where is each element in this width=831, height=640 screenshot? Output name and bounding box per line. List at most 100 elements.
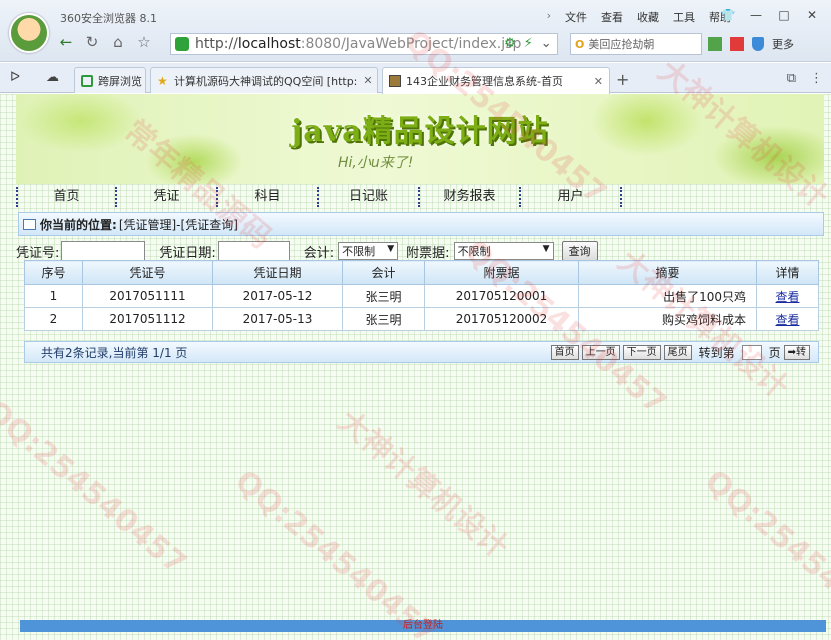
address-path: :8080/JavaWebProject/index.jsp [300,36,522,52]
tab-label: 143企业财务管理信息系统-首页 [406,75,563,88]
maximize-button[interactable]: □ [771,6,797,24]
nav-subject[interactable]: 科目 [218,187,319,207]
menu-tools[interactable]: 工具 [673,9,695,25]
admin-login-link[interactable]: 后台登陆 [403,620,443,631]
col-header-accountant: 会计 [342,260,425,285]
goto-label: 转到第 [698,345,735,360]
nav-journal[interactable]: 日记账 [319,187,420,207]
pagination-buttons: 首页 上一页 下一页 尾页 转到第 页 ➡转 [550,344,818,361]
voucher-date-input[interactable] [217,241,290,261]
phone-icon [81,74,93,87]
main-nav: 首页 凭证 科目 日记账 财务报表 用户 [16,186,824,208]
tab-qq-space[interactable]: ★ 计算机源码大神调试的QQ空间 [http: ✕ [150,67,378,93]
cell-voucher-date: 2017-05-13 [212,307,343,331]
image-favicon-icon [389,75,401,87]
col-header-index: 序号 [24,260,83,285]
menu-file[interactable]: 文件 [565,9,587,25]
nav-home[interactable]: 首页 [16,187,117,207]
cell-accountant: 张三明 [342,284,425,308]
last-page-button[interactable]: 尾页 [663,344,692,360]
col-header-voucher-no: 凭证号 [82,260,213,285]
close-button[interactable]: ✕ [799,6,825,24]
browser-menubar: › 文件 查看 收藏 工具 帮助 [547,9,731,25]
voucher-table: 序号 凭证号 凭证日期 会计 附票据 摘要 详情 1 2017051111 20… [24,260,819,331]
voucher-no-input[interactable] [61,241,146,261]
cell-index: 2 [24,307,83,331]
view-detail-link[interactable]: 查看 [756,307,819,331]
cell-attachment: 201705120002 [424,307,579,331]
star-favicon-icon: ★ [157,73,168,88]
voucher-date-label: 凭证日期: [159,245,216,261]
more-button[interactable]: 更多 [772,36,794,52]
menu-view[interactable]: 查看 [601,9,623,25]
next-page-button[interactable]: 下一页 [622,344,661,360]
col-header-detail: 详情 [756,260,819,285]
prev-page-button[interactable]: 上一页 [581,344,620,360]
dropdown-chevron-icon[interactable]: ⌄ [541,36,552,51]
accountant-select[interactable]: 不限制 ▼ [338,242,399,260]
search-input[interactable]: O 美回应抢劫朝 [570,33,702,55]
tab-close-icon[interactable]: ✕ [357,74,372,87]
pagination-bar: 共有2条记录,当前第 1/1 页 首页 上一页 下一页 尾页 转到第 页 ➡转 [24,341,819,363]
menu-favorites[interactable]: 收藏 [637,9,659,25]
page-number-input[interactable] [741,344,762,360]
chevron-right-icon[interactable]: › [547,9,551,25]
nav-users[interactable]: 用户 [521,187,622,207]
breadcrumb-path: [凭证管理]-[凭证查询] [118,217,238,232]
attachment-select[interactable]: 不限制 ▼ [453,242,554,260]
banner-title: java精品设计网站 [291,114,549,149]
sidebar-toggle-icon[interactable]: ᐅ [10,70,20,85]
go-button[interactable]: ➡转 [783,344,810,360]
table-header-row: 序号 凭证号 凭证日期 会计 附票据 摘要 详情 [24,260,819,285]
restore-tabs-icon[interactable]: ⧉ [787,71,796,86]
breadcrumb: 你当前的位置: [凭证管理]-[凭证查询] [18,212,824,236]
shield-icon[interactable] [752,37,764,51]
lightning-icon[interactable]: ⚡ [524,36,533,51]
accountant-value: 不限制 [342,245,376,258]
chevron-down-icon: ▼ [542,244,550,254]
cell-index: 1 [24,284,83,308]
cell-voucher-date: 2017-05-12 [212,284,343,308]
tab-finance-home[interactable]: 143企业财务管理信息系统-首页 ✕ [382,67,610,94]
cell-summary: 出售了100只鸡 [578,284,757,308]
address-scheme: http:// [195,36,238,52]
col-header-attachment: 附票据 [424,260,579,285]
tab-close-icon[interactable]: ✕ [588,75,603,88]
address-host: localhost [237,36,301,52]
tab-cross-screen[interactable]: 跨屏浏览 [74,67,146,93]
search-text: 美回应抢劫朝 [588,38,655,51]
col-header-summary: 摘要 [578,260,757,285]
home-icon[interactable]: ⌂ [110,33,126,51]
apps-icon[interactable] [708,37,722,51]
toolbar-right: 更多 [708,36,794,52]
star-icon[interactable]: ☆ [136,33,152,51]
browser-titlebar: 360安全浏览器 8.1 › 文件 查看 收藏 工具 帮助 👕 — □ ✕ ← … [0,0,831,62]
nav-reports[interactable]: 财务报表 [420,187,521,207]
admin-login-footer[interactable]: 后台登陆 [20,620,826,632]
back-icon[interactable]: ← [58,33,74,51]
nav-voucher[interactable]: 凭证 [117,187,218,207]
search-filter: 凭证号: 凭证日期: 会计: 不限制 ▼ 附票据: 不限制 ▼ 查询 [16,240,598,262]
new-tab-button[interactable]: + [616,70,629,89]
extension-icon[interactable] [730,37,744,51]
page-unit-label: 页 [768,345,781,360]
minimize-button[interactable]: — [743,6,769,24]
attachment-value: 不限制 [457,245,491,258]
cloud-icon[interactable]: ☁ [46,70,59,85]
first-page-button[interactable]: 首页 [550,344,579,360]
tab-menu-icon[interactable]: ⋮ [810,71,823,86]
view-detail-link[interactable]: 查看 [756,284,819,308]
skin-icon[interactable]: 👕 [715,6,741,24]
query-button[interactable]: 查询 [561,241,598,261]
user-avatar[interactable] [9,13,49,53]
voucher-no-label: 凭证号: [16,245,60,261]
compat-mode-icon[interactable]: ⚙ [504,36,516,51]
cell-voucher-no: 2017051111 [82,284,213,308]
address-bar[interactable]: http://localhost:8080/JavaWebProject/ind… [170,33,558,55]
cell-summary: 购买鸡饲料成本 [578,307,757,331]
record-count: 共有2条记录,当前第 1/1 页 [41,345,188,360]
site-banner: java精品设计网站 Hi,小u来了! [16,94,824,184]
search-engine-icon: O [575,37,585,51]
accountant-label: 会计: [303,245,335,261]
refresh-icon[interactable]: ↻ [84,33,100,51]
